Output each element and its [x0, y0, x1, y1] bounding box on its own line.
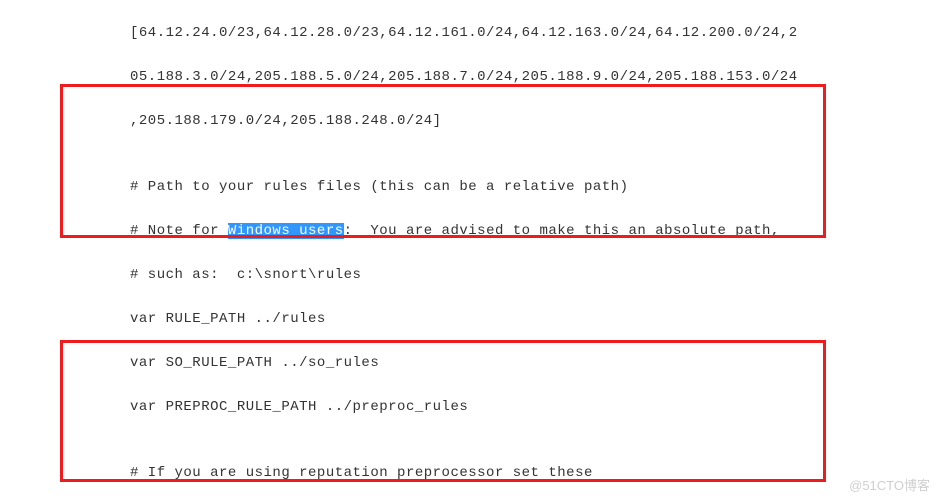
code-block: [64.12.24.0/23,64.12.28.0/23,64.12.161.0…: [0, 0, 942, 504]
text: : You are advised to make this an absolu…: [344, 223, 780, 239]
code-line: # Note for Windows users: You are advise…: [130, 220, 942, 242]
code-line: var RULE_PATH ../rules: [130, 308, 942, 330]
watermark: @51CTO博客: [849, 475, 930, 494]
code-line: # such as: c:\snort\rules: [130, 264, 942, 286]
text: # Note for: [130, 223, 228, 239]
code-line: # If you are using reputation preprocess…: [130, 462, 942, 484]
code-line: [64.12.24.0/23,64.12.28.0/23,64.12.161.0…: [130, 22, 942, 44]
selected-text[interactable]: Windows users: [228, 223, 344, 239]
code-line: 05.188.3.0/24,205.188.5.0/24,205.188.7.0…: [130, 66, 942, 88]
code-line: var SO_RULE_PATH ../so_rules: [130, 352, 942, 374]
code-line: # Path to your rules files (this can be …: [130, 176, 942, 198]
code-line: var PREPROC_RULE_PATH ../preproc_rules: [130, 396, 942, 418]
code-line: ,205.188.179.0/24,205.188.248.0/24]: [130, 110, 942, 132]
